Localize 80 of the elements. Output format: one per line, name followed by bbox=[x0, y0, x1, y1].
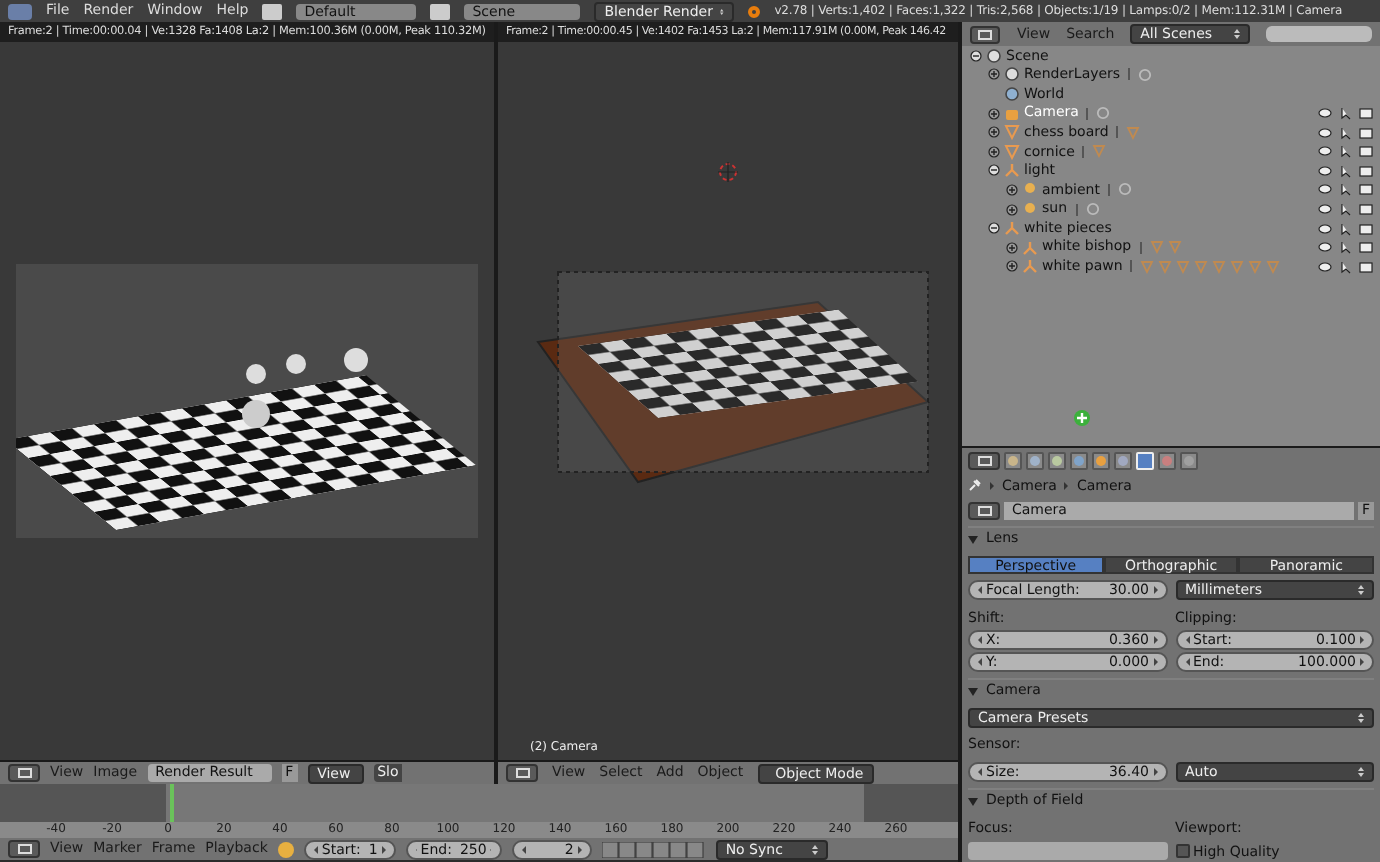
restrict-toggles-icon[interactable] bbox=[1318, 202, 1374, 217]
expand-toggle-icon[interactable] bbox=[988, 68, 1000, 81]
physics-tab[interactable] bbox=[1180, 451, 1198, 469]
restrict-toggles-icon[interactable] bbox=[1318, 182, 1374, 197]
expand-toggle-icon[interactable] bbox=[988, 145, 1000, 158]
separator-arrow-icon bbox=[1064, 481, 1069, 490]
focus-object-field[interactable] bbox=[968, 841, 1167, 859]
up-down-arrows-icon bbox=[811, 843, 818, 855]
triangle-icon[interactable] bbox=[968, 535, 978, 543]
empty-icon bbox=[1004, 162, 1020, 179]
editor-type-icon[interactable] bbox=[970, 25, 1001, 43]
right-arrow-icon[interactable] bbox=[1360, 636, 1364, 644]
blender-logo-icon bbox=[748, 5, 761, 17]
triangle-icon[interactable] bbox=[968, 797, 978, 805]
editor-type-icon[interactable] bbox=[968, 451, 1000, 469]
material-tab[interactable] bbox=[1158, 451, 1176, 469]
left-arrow-icon[interactable] bbox=[978, 658, 982, 666]
expand-toggle-icon[interactable] bbox=[1006, 203, 1018, 216]
restrict-toggles-icon[interactable] bbox=[1318, 144, 1374, 159]
right-arrow-icon[interactable] bbox=[1153, 767, 1157, 775]
search-field[interactable] bbox=[1266, 26, 1372, 42]
up-down-arrows-icon bbox=[1234, 28, 1241, 40]
restrict-toggles-icon[interactable] bbox=[1318, 240, 1374, 255]
left-arrow-icon[interactable] bbox=[1185, 658, 1189, 666]
left-arrow-icon[interactable] bbox=[978, 767, 982, 775]
expand-toggle-icon[interactable] bbox=[988, 107, 1000, 120]
editor-type-icon[interactable] bbox=[8, 764, 40, 782]
lamp-data-icon bbox=[1085, 202, 1100, 217]
up-down-arrows-icon bbox=[720, 5, 725, 17]
3d-cursor-icon[interactable] bbox=[718, 162, 738, 182]
playback-controls-icon[interactable] bbox=[601, 841, 706, 857]
separator-arrow-icon bbox=[990, 481, 994, 490]
right-arrow-icon[interactable] bbox=[1153, 586, 1157, 594]
scene-tab[interactable] bbox=[1048, 451, 1066, 469]
up-down-arrows-icon bbox=[1358, 712, 1364, 724]
camera-icon bbox=[1004, 105, 1020, 122]
restrict-toggles-icon[interactable] bbox=[1318, 106, 1374, 121]
mesh-data-icon bbox=[1126, 125, 1141, 140]
right-arrow-icon[interactable] bbox=[577, 845, 582, 853]
world-tab[interactable] bbox=[1070, 451, 1088, 469]
triangle-icon[interactable] bbox=[968, 687, 978, 695]
up-down-arrows-icon bbox=[1358, 584, 1364, 596]
right-arrow-icon[interactable] bbox=[1153, 636, 1157, 644]
up-down-arrows-icon bbox=[1358, 765, 1364, 777]
left-arrow-icon[interactable] bbox=[1185, 636, 1189, 644]
editor-type-icon[interactable] bbox=[506, 764, 538, 782]
renderlayers-icon bbox=[1004, 66, 1020, 83]
data-tab[interactable] bbox=[1136, 451, 1154, 469]
left-arrow-icon[interactable] bbox=[978, 586, 982, 594]
right-arrow-icon[interactable] bbox=[1153, 658, 1157, 666]
plus-cursor-icon bbox=[1073, 409, 1089, 425]
left-arrow-icon[interactable] bbox=[521, 845, 526, 853]
left-arrow-icon[interactable] bbox=[978, 636, 982, 644]
render-tab[interactable] bbox=[1004, 451, 1022, 469]
camera-data-icon bbox=[1096, 106, 1111, 121]
editor-type-icon[interactable] bbox=[8, 840, 40, 858]
collapse-toggle-icon[interactable] bbox=[988, 164, 1000, 177]
mesh-data-icon bbox=[1092, 144, 1107, 159]
restrict-toggles-icon[interactable] bbox=[1318, 125, 1374, 140]
restrict-toggles-icon[interactable] bbox=[1318, 221, 1374, 236]
restrict-toggles-icon[interactable] bbox=[1318, 163, 1374, 178]
restrict-toggles-icon[interactable] bbox=[1318, 259, 1374, 274]
collapse-toggle-icon[interactable] bbox=[988, 222, 1000, 235]
lamp-data-icon bbox=[1117, 182, 1132, 197]
world-icon bbox=[1004, 85, 1020, 102]
layer-data-icon bbox=[1138, 67, 1153, 82]
object-tab[interactable] bbox=[1092, 451, 1110, 469]
expand-toggle-icon[interactable] bbox=[988, 126, 1000, 139]
editor-type-icon[interactable] bbox=[968, 502, 1000, 520]
expand-toggle-icon[interactable] bbox=[1006, 241, 1018, 254]
layers-tab[interactable] bbox=[1026, 451, 1044, 469]
constraints-tab[interactable] bbox=[1114, 451, 1132, 469]
left-arrow-icon[interactable] bbox=[313, 845, 318, 853]
right-arrow-icon[interactable] bbox=[381, 845, 386, 853]
collapse-toggle-icon[interactable] bbox=[970, 49, 982, 62]
right-arrow-icon[interactable] bbox=[1360, 658, 1364, 666]
checkbox[interactable] bbox=[1175, 844, 1189, 859]
keyframe-icon[interactable] bbox=[277, 841, 294, 857]
expand-toggle-icon[interactable] bbox=[1006, 260, 1018, 273]
expand-toggle-icon[interactable] bbox=[1006, 183, 1018, 196]
